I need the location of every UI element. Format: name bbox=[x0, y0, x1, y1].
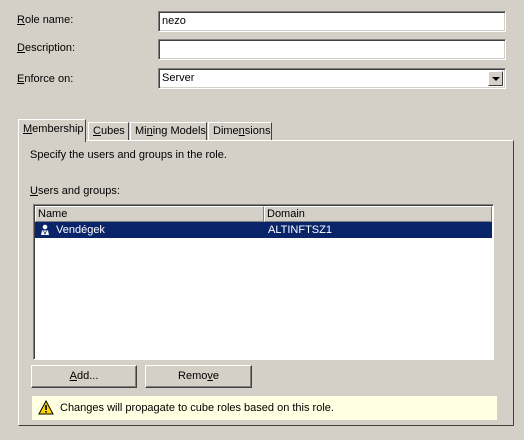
column-header-domain[interactable]: Domain bbox=[264, 206, 492, 222]
description-label: Description: bbox=[17, 42, 76, 54]
chevron-down-icon[interactable] bbox=[488, 71, 503, 86]
users-groups-list[interactable]: Name Domain Vendégek ALTINFTSZ1 bbox=[33, 204, 494, 360]
table-row[interactable]: Vendégek ALTINFTSZ1 bbox=[35, 222, 492, 238]
membership-instructions: Specify the users and groups in the role… bbox=[30, 149, 227, 161]
enforce-on-select[interactable]: Server bbox=[158, 68, 506, 89]
row-name-cell: Vendégek bbox=[56, 224, 105, 236]
info-bar: Changes will propagate to cube roles bas… bbox=[32, 396, 497, 420]
role-name-label: Role name: bbox=[17, 14, 74, 26]
enforce-on-value: Server bbox=[162, 72, 195, 84]
remove-button[interactable]: Remove bbox=[145, 365, 252, 388]
tab-mining-models[interactable]: Mining Models bbox=[130, 122, 207, 141]
info-text: Changes will propagate to cube roles bas… bbox=[60, 402, 334, 414]
enforce-on-label: Enforce on: bbox=[17, 73, 74, 85]
tab-cubes[interactable]: Cubes bbox=[88, 122, 129, 141]
tab-membership[interactable]: Membership bbox=[18, 119, 86, 142]
warning-icon bbox=[38, 399, 54, 415]
user-group-icon bbox=[39, 224, 51, 236]
column-header-name[interactable]: Name bbox=[35, 206, 264, 222]
row-domain-cell: ALTINFTSZ1 bbox=[268, 224, 332, 236]
users-groups-label: Users and groups: bbox=[30, 185, 120, 197]
tab-dimensions[interactable]: Dimensions bbox=[208, 122, 272, 141]
role-name-input[interactable]: nezo bbox=[158, 11, 506, 32]
description-input[interactable] bbox=[158, 39, 506, 60]
add-button[interactable]: Add... bbox=[31, 365, 137, 388]
